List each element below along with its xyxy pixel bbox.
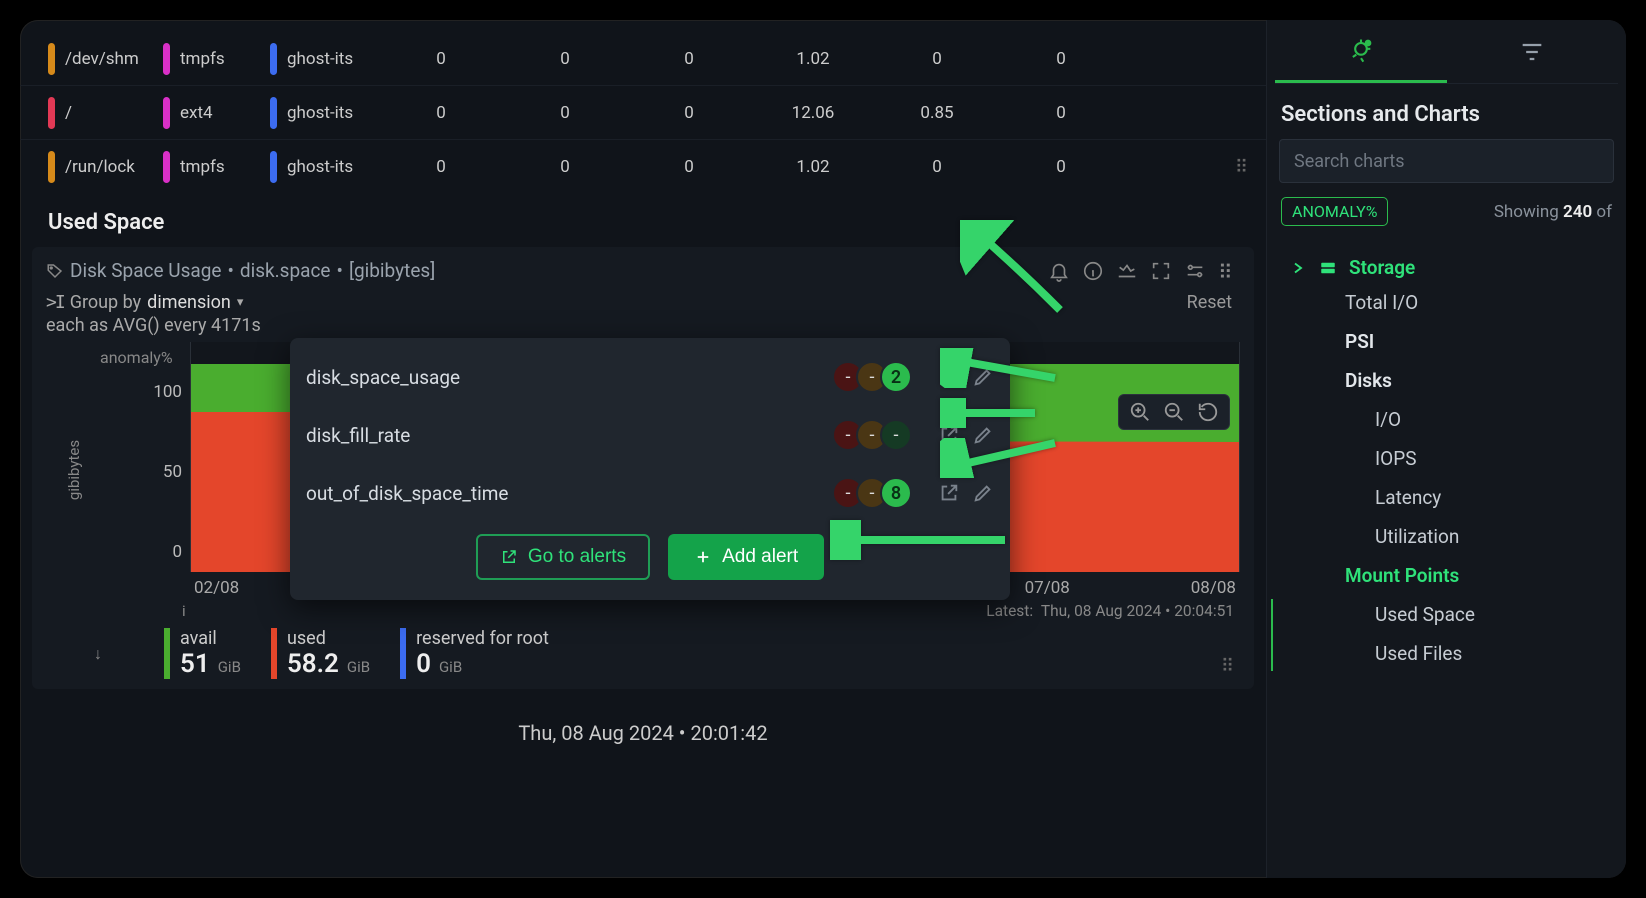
anomaly-label: anomaly% — [100, 348, 173, 367]
tag-icon — [46, 262, 64, 280]
alert-row: out_of_disk_space_time - - 8 — [306, 464, 994, 522]
right-sidebar: Sections and Charts Search charts ANOMAL… — [1266, 20, 1626, 878]
drag-handle-icon[interactable]: ⠿ — [1235, 157, 1248, 178]
tree-item[interactable]: I/O — [1375, 400, 1618, 439]
nav-tree: Storage Total I/O PSI Disks I/O IOPS Lat… — [1275, 240, 1618, 673]
reset-zoom-icon[interactable] — [1197, 401, 1219, 423]
settings-icon[interactable] — [1184, 260, 1206, 282]
host-color — [270, 43, 277, 75]
annotation-arrow — [940, 398, 1040, 432]
annotation-arrow — [940, 348, 1060, 392]
groupby-select[interactable]: dimension — [147, 292, 231, 313]
chart-unit: [gibibytes] — [349, 259, 435, 282]
legend-item[interactable]: avail 51GiB — [164, 628, 241, 679]
alert-row: disk_space_usage - - 2 — [306, 348, 994, 406]
disk-icon — [1319, 259, 1337, 277]
time-bar[interactable]: Thu, 08 Aug 2024 • 20:01:42 — [20, 701, 1266, 745]
add-alert-button[interactable]: Add alert — [668, 534, 824, 580]
tree-item[interactable]: Used Files — [1375, 634, 1618, 673]
chart-legend: ↓ avail 51GiB used 58.2GiB reserved for … — [46, 620, 1240, 679]
drag-handle-icon[interactable]: ⠿ — [1221, 656, 1240, 679]
tree-item[interactable]: PSI — [1289, 322, 1618, 361]
tree-item[interactable]: Total I/O — [1289, 283, 1618, 322]
tab-sections[interactable] — [1275, 20, 1447, 83]
mounts-table: /dev/shm tmpfs ghost-its 0 0 0 1.02 0 0 … — [20, 20, 1266, 194]
table-row[interactable]: /dev/shm tmpfs ghost-its 0 0 0 1.02 0 0 — [20, 32, 1266, 86]
search-input[interactable]: Search charts — [1279, 139, 1614, 183]
legend-item[interactable]: used 58.2GiB — [271, 628, 370, 679]
mount-cell: /dev/shm — [65, 49, 163, 69]
drag-grid-icon[interactable]: ⠿ — [1218, 260, 1240, 282]
tree-item[interactable]: Utilization — [1375, 517, 1618, 556]
y-axis-label: gibibytes — [65, 440, 83, 500]
tree-item[interactable]: Disks — [1289, 361, 1618, 400]
tree-item[interactable]: IOPS — [1375, 439, 1618, 478]
chart-id: disk.space — [240, 259, 331, 282]
info-icon[interactable] — [1082, 260, 1104, 282]
aggregation-label[interactable]: each as AVG() every 4171s — [46, 315, 261, 336]
go-to-alerts-button[interactable]: Go to alerts — [476, 534, 650, 580]
expand-icon[interactable] — [1150, 260, 1172, 282]
open-icon[interactable] — [938, 482, 960, 504]
tree-item[interactable]: Used Space — [1375, 595, 1618, 634]
annotation-arrow — [960, 220, 1070, 324]
reset-button[interactable]: Reset — [1187, 292, 1240, 313]
sort-arrow-icon[interactable]: ↓ — [94, 644, 102, 664]
legend-item[interactable]: reserved for root 0GiB — [400, 628, 549, 679]
expand-indicator[interactable]: >I — [46, 292, 64, 313]
mount-color — [48, 43, 55, 75]
showing-count: Showing 240 of — [1494, 202, 1612, 222]
clear-badge: 2 — [880, 361, 912, 393]
correlate-icon[interactable] — [1116, 260, 1138, 282]
sidebar-title: Sections and Charts — [1275, 84, 1618, 139]
anomaly-chip[interactable]: ANOMALY% — [1281, 197, 1388, 226]
table-row[interactable]: /run/lock tmpfs ghost-its 0 0 0 1.02 0 0… — [20, 140, 1266, 194]
latest-timestamp: Latest: Thu, 08 Aug 2024 • 20:04:51 — [46, 598, 1240, 620]
chart-title: Disk Space Usage — [70, 259, 221, 282]
alert-row: disk_fill_rate - - - — [306, 406, 994, 464]
host-cell: ghost-its — [287, 49, 379, 69]
edit-icon[interactable] — [972, 482, 994, 504]
zoom-out-icon[interactable] — [1163, 401, 1185, 423]
annotation-arrow — [830, 520, 1010, 564]
fs-cell: tmpfs — [180, 49, 270, 69]
zoom-controls — [1118, 394, 1230, 430]
tree-item[interactable]: Latency — [1375, 478, 1618, 517]
i-label: i — [182, 602, 186, 620]
fs-color — [163, 43, 170, 75]
chevron-down-icon: ▾ — [237, 295, 244, 310]
tab-filters[interactable] — [1447, 20, 1619, 83]
annotation-arrow — [940, 438, 1060, 482]
tree-storage[interactable]: Storage — [1289, 252, 1618, 283]
zoom-in-icon[interactable] — [1129, 401, 1151, 423]
tree-mount-points[interactable]: Mount Points — [1289, 556, 1618, 595]
table-row[interactable]: / ext4 ghost-its 0 0 0 12.06 0.85 0 — [20, 86, 1266, 140]
section-title: Used Space — [20, 194, 1266, 247]
